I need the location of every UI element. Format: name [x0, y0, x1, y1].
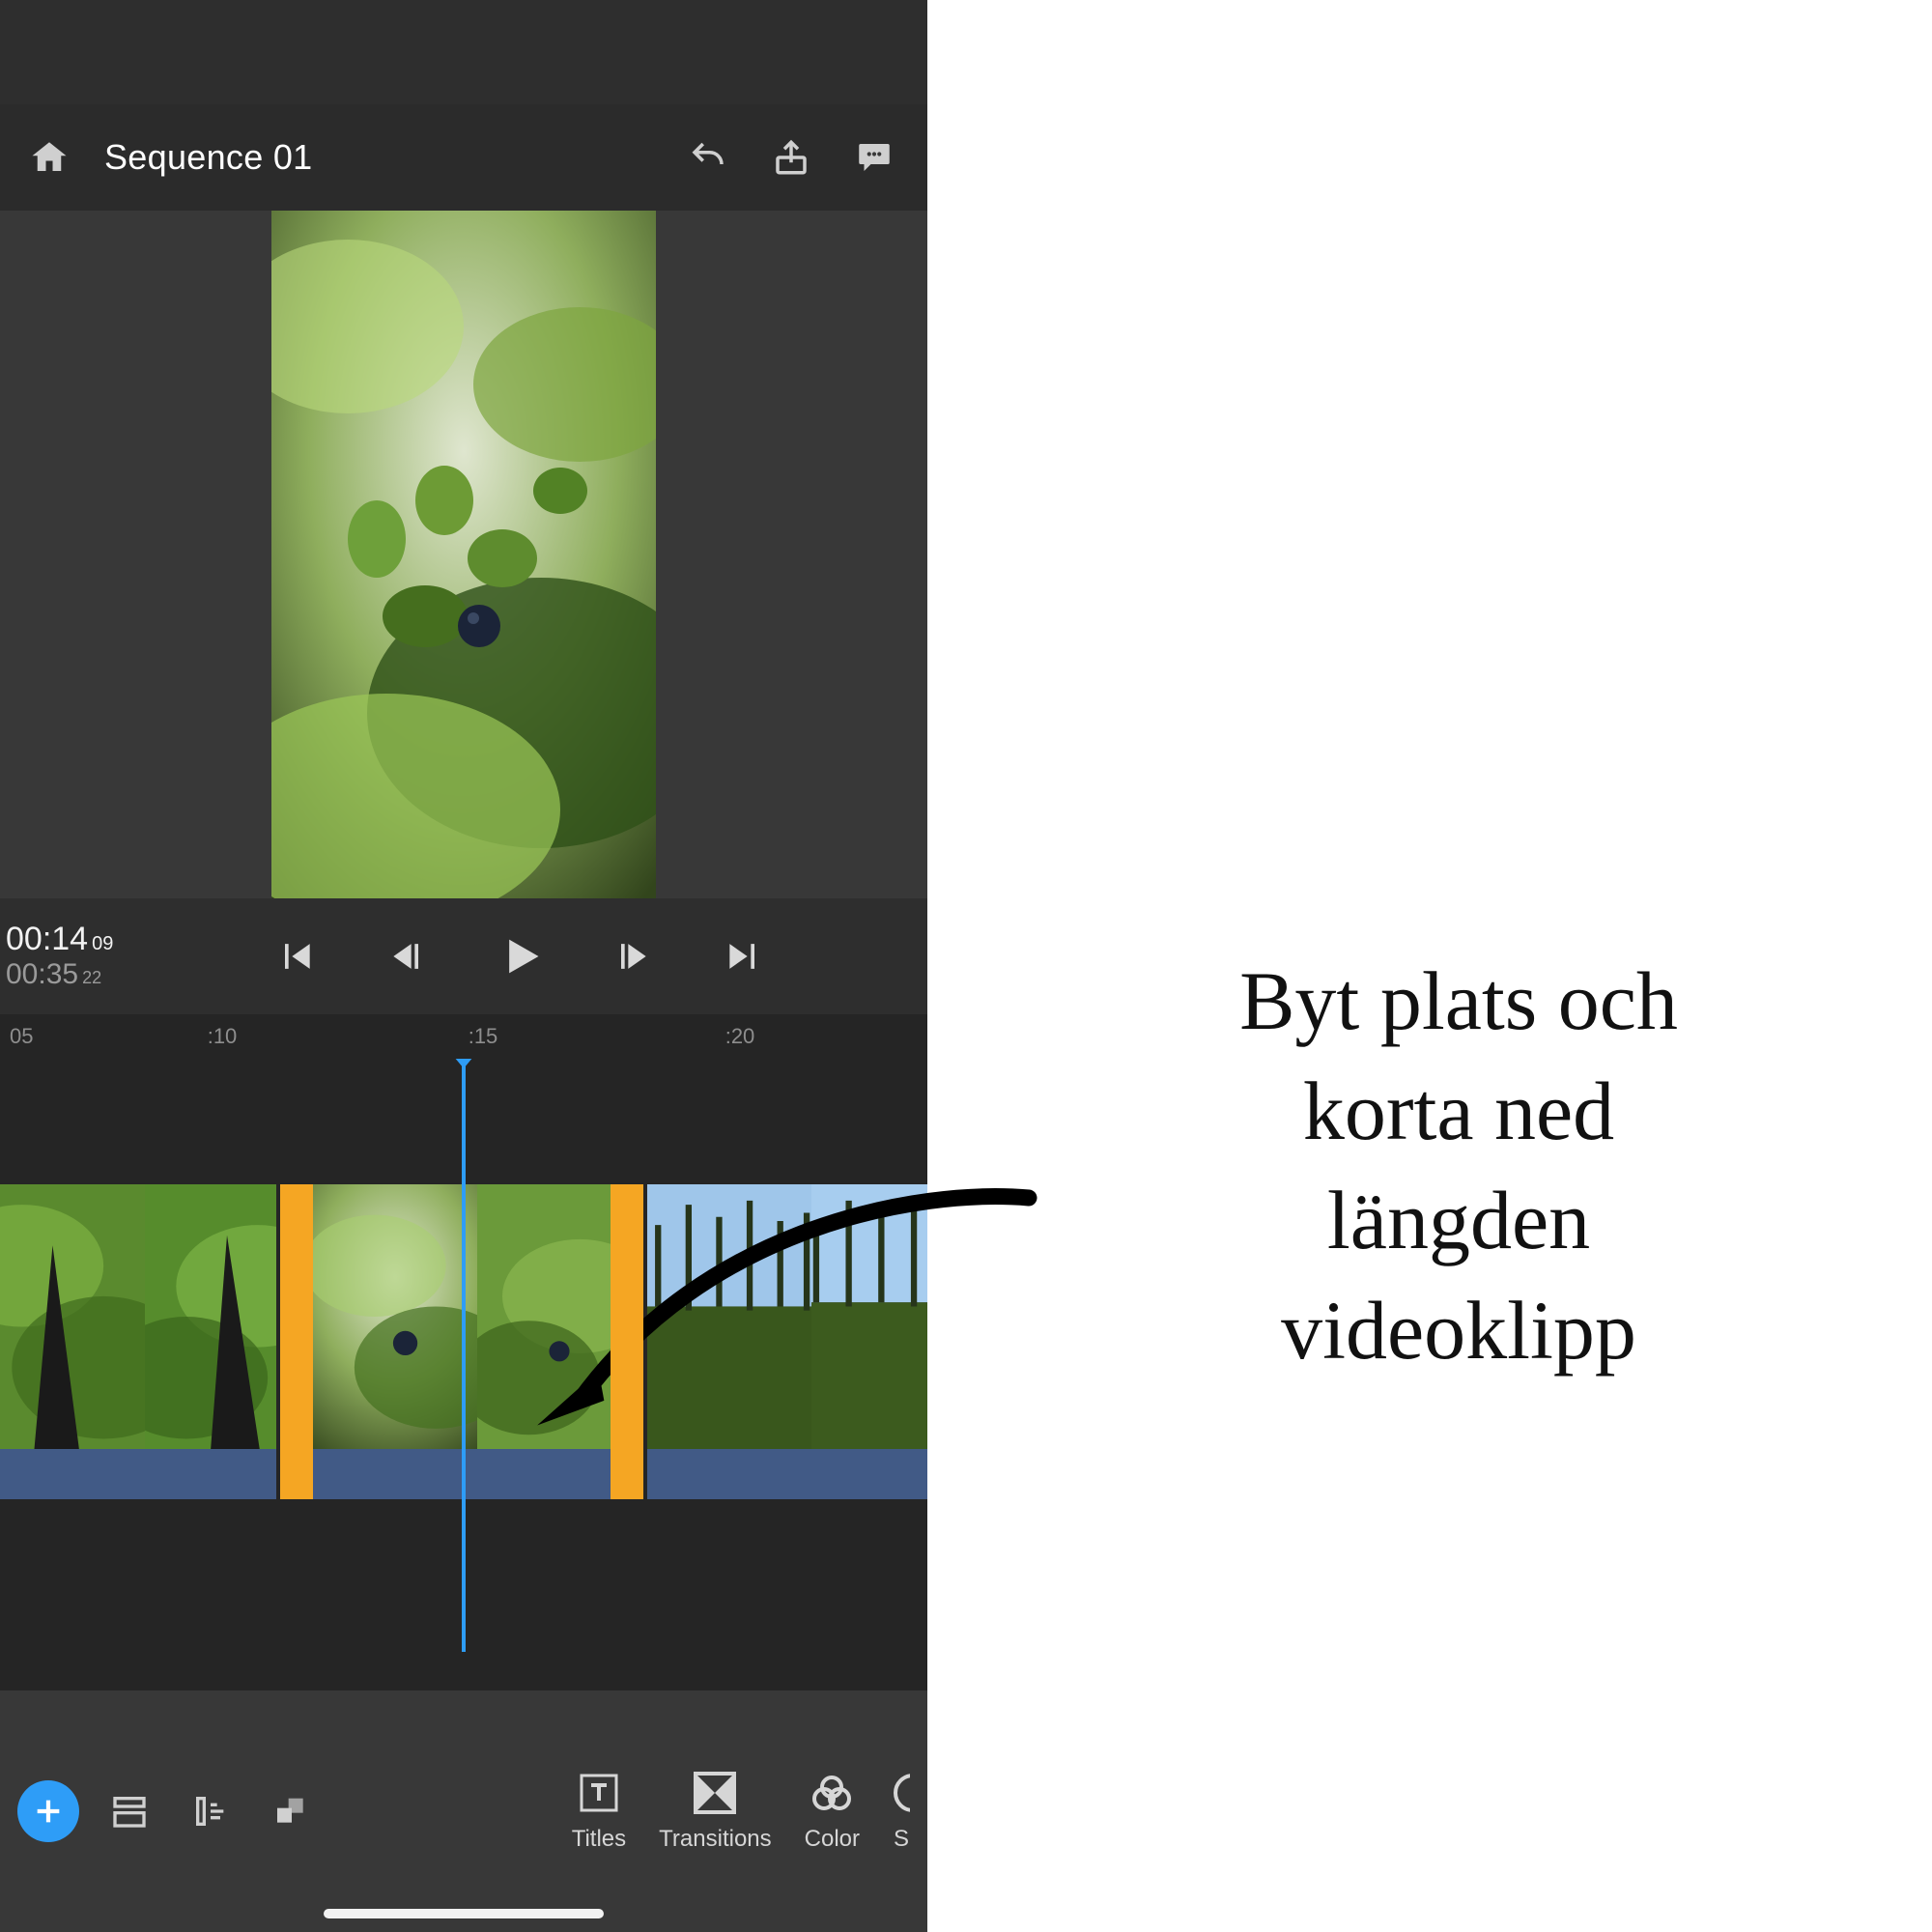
- undo-button[interactable]: [680, 129, 736, 185]
- transport-controls: [169, 928, 927, 984]
- partial-icon: [893, 1770, 910, 1816]
- preview-frame: [271, 211, 656, 898]
- video-clip[interactable]: [0, 1184, 276, 1499]
- edit-icon: [191, 1792, 230, 1831]
- layers-icon: [272, 1792, 311, 1831]
- playhead[interactable]: [462, 1059, 466, 1652]
- current-time: 00:14: [6, 921, 88, 957]
- project-icon: [110, 1792, 149, 1831]
- skip-start-icon: [274, 935, 317, 978]
- home-button[interactable]: [21, 129, 77, 185]
- step-forward-button[interactable]: [604, 928, 660, 984]
- ruler-mark: :10: [208, 1024, 238, 1049]
- ruler-mark: :20: [725, 1024, 755, 1049]
- tool-titles[interactable]: Titles: [572, 1770, 626, 1853]
- top-toolbar: Sequence 01: [0, 104, 927, 211]
- frame-forward-icon: [611, 935, 653, 978]
- clip-thumbnail: [313, 1184, 477, 1449]
- edit-button[interactable]: [180, 1780, 242, 1842]
- annotation-text: Byt plats och korta ned längden videokli…: [1082, 947, 1835, 1385]
- total-frames: 22: [82, 968, 101, 987]
- timecode-display: 00:1409 00:3522: [0, 923, 169, 989]
- project-button[interactable]: [99, 1780, 160, 1842]
- frame-back-icon: [386, 935, 429, 978]
- plus-icon: [32, 1795, 65, 1828]
- bottom-toolbar: Titles Transitions Col: [0, 1690, 927, 1932]
- tool-label: Transitions: [659, 1826, 771, 1853]
- ruler-mark: :15: [469, 1024, 498, 1049]
- tool-label: Color: [805, 1826, 860, 1853]
- sequence-title: Sequence 01: [104, 137, 653, 178]
- current-frames: 09: [92, 933, 113, 954]
- undo-icon: [688, 137, 728, 178]
- playback-bar: 00:1409 00:3522: [0, 898, 927, 1014]
- tool-label: S: [894, 1826, 909, 1853]
- comment-icon: [854, 137, 895, 178]
- layers-button[interactable]: [261, 1780, 323, 1842]
- status-bar: [0, 0, 927, 104]
- preview-image: [271, 211, 656, 898]
- clip-thumbnail: [811, 1184, 927, 1449]
- share-button[interactable]: [763, 129, 819, 185]
- clip-thumbnail: [0, 1184, 145, 1449]
- go-start-button[interactable]: [268, 928, 324, 984]
- home-indicator: [324, 1909, 604, 1918]
- video-preview[interactable]: [0, 211, 927, 898]
- add-button[interactable]: [17, 1780, 79, 1842]
- timeline[interactable]: [0, 1059, 927, 1690]
- clip-thumbnail: [647, 1184, 811, 1449]
- color-icon: [809, 1770, 855, 1816]
- clip-thumbnail: [145, 1184, 276, 1449]
- home-icon: [29, 137, 70, 178]
- play-icon: [495, 931, 545, 981]
- tool-partial[interactable]: S: [893, 1770, 910, 1853]
- ruler-mark: 05: [10, 1024, 33, 1049]
- tool-transitions[interactable]: Transitions: [659, 1770, 771, 1853]
- tool-color[interactable]: Color: [805, 1770, 860, 1853]
- share-icon: [771, 137, 811, 178]
- transitions-icon: [692, 1770, 738, 1816]
- go-end-button[interactable]: [716, 928, 772, 984]
- video-clip[interactable]: [647, 1184, 927, 1499]
- timeline-ruler[interactable]: 05 :10 :15 :20: [0, 1014, 927, 1059]
- titles-icon: [576, 1770, 622, 1816]
- skip-end-icon: [723, 935, 765, 978]
- comment-button[interactable]: [846, 129, 902, 185]
- video-editor-panel: Sequence 01: [0, 0, 927, 1932]
- tool-label: Titles: [572, 1826, 626, 1853]
- trim-handle-right[interactable]: [611, 1184, 643, 1499]
- total-time: 00:35: [6, 958, 78, 990]
- play-button[interactable]: [492, 928, 548, 984]
- step-back-button[interactable]: [380, 928, 436, 984]
- trim-handle-left[interactable]: [280, 1184, 313, 1499]
